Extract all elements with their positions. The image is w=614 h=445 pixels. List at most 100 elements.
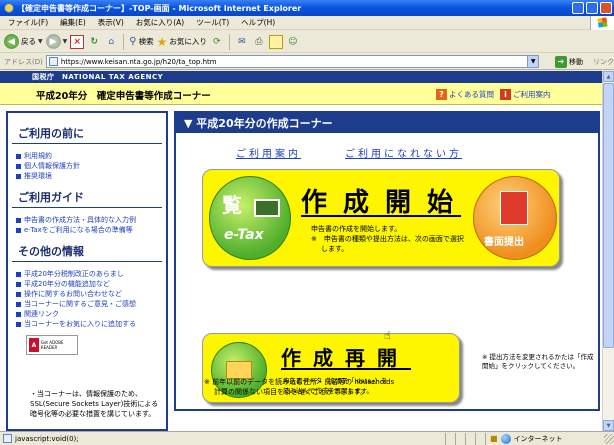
sidebar-item-label: 平成20年分の機能追加など — [24, 280, 110, 288]
paper-submission-label: 書面提出 — [484, 237, 524, 248]
address-input[interactable]: https://www.keisan.nta.go.jp/h20/ta_top.… — [45, 55, 540, 68]
go-button[interactable]: ➜ 移動 — [555, 55, 583, 68]
sidebar-item-label: e-Taxをご利用になる場合の準備等 — [24, 226, 133, 234]
divider — [12, 207, 162, 208]
address-url: https://www.keisan.nta.go.jp/h20/ta_top.… — [60, 57, 217, 66]
toolbar-separator — [123, 33, 125, 50]
address-label: アドレス(D) — [4, 57, 43, 66]
scroll-up-icon[interactable]: ▲ — [603, 71, 614, 82]
sidebar-heading-guide: ご利用ガイド — [18, 191, 84, 204]
search-button[interactable]: ⚲ 検索 — [129, 36, 153, 47]
guide-link[interactable]: i ご利用案内 — [500, 89, 551, 100]
start-desc-line: します。 — [321, 245, 349, 253]
main-links: ご利用案内 ご利用になれない方 — [236, 145, 462, 160]
mail-icon[interactable]: ✉ — [235, 35, 249, 49]
print-icon[interactable]: ⎙ — [252, 35, 266, 49]
faq-link-label: よくある質問 — [449, 90, 494, 99]
main-title: ▼ 平成20年分の作成コーナー — [176, 113, 598, 133]
sidebar-item-privacy[interactable]: 個人情報保護方針 — [16, 161, 80, 171]
computer-icon — [254, 199, 280, 217]
sidebar-item-environment[interactable]: 推奨環境 — [16, 171, 52, 181]
close-button[interactable] — [600, 2, 612, 14]
cannot-use-link[interactable]: ご利用になれない方 — [345, 145, 462, 160]
ie-icon — [4, 3, 14, 13]
status-cells — [445, 432, 485, 445]
sidebar-item-label: 当コーナーに関するご意見・ご感想 — [24, 300, 136, 308]
bullet-icon — [16, 153, 21, 159]
search-label: 検索 — [138, 37, 154, 46]
sidebar-item-related-links[interactable]: 関連リンク — [16, 309, 59, 319]
menu-edit[interactable]: 編集(E) — [58, 17, 88, 28]
address-dropdown-icon[interactable]: ▼ — [527, 55, 539, 68]
go-arrow-icon: ➜ — [555, 55, 567, 68]
globe-icon — [500, 433, 511, 444]
adobe-logo-icon: A — [29, 338, 39, 352]
status-cell — [465, 432, 475, 445]
sidebar-item-how-to[interactable]: 申告書の作成方法・具体的な入力例 — [16, 215, 136, 225]
info-icon: i — [500, 89, 511, 100]
back-label: 戻る — [21, 37, 36, 46]
ssl-note: ・当コーナーは、情報保護のため、SSL(Secure Sockets Layer… — [30, 390, 159, 418]
maximize-button[interactable] — [586, 2, 598, 14]
start-description: 申告書の作成を開始します。 ※ 申告書の種類や提出方法は、次の画面で選択 します… — [311, 224, 464, 254]
sidebar-item-label: 推奨環境 — [24, 172, 52, 180]
sidebar-item-terms[interactable]: 利用規約 — [16, 151, 52, 161]
status-left: javascript:void(0); — [0, 434, 445, 443]
menu-view[interactable]: 表示(V) — [96, 17, 126, 28]
bullet-icon — [16, 291, 21, 297]
refresh-icon[interactable]: ↻ — [87, 35, 101, 49]
messenger-icon[interactable]: ☺ — [286, 35, 300, 49]
bullet-icon — [16, 217, 21, 223]
stop-icon[interactable]: × — [70, 34, 85, 49]
edit-icon[interactable] — [268, 34, 283, 49]
toolbar: ◀ 戻る ▼ ▶ ▼ × ↻ ⌂ ⚲ 検索 ★ お気に入り ⟳ ✉ ⎙ ☺ — [0, 31, 614, 53]
start-creation-button[interactable]: 覧 e-Tax 作成開始 申告書の作成を開始します。 ※ 申告書の種類や提出方法… — [202, 169, 560, 267]
sidebar-item-feedback[interactable]: 当コーナーに関するご意見・ご感想 — [16, 299, 136, 309]
vertical-scrollbar[interactable]: ▲ ▼ — [602, 71, 614, 431]
bullet-icon — [16, 311, 21, 317]
window-title: 【確定申告書等作成コーナー】-TOP-画面 - Microsoft Intern… — [17, 3, 302, 13]
resume-title: 作成再開 — [281, 346, 409, 370]
adobe-reader-badge[interactable]: A Get ADOBE READER — [26, 335, 78, 355]
minimize-button[interactable] — [572, 2, 584, 14]
menu-file[interactable]: ファイル(F) — [6, 17, 50, 28]
sidebar-item-etax-prep[interactable]: e-Taxをご利用になる場合の準備等 — [16, 225, 133, 235]
forward-button[interactable]: ▶ ▼ — [45, 34, 67, 49]
status-cell — [475, 432, 485, 445]
menu-tools[interactable]: ツール(T) — [194, 17, 231, 28]
favorites-label: お気に入り — [169, 37, 207, 46]
hand-cursor-icon: ☝ — [384, 329, 391, 342]
links-button[interactable]: リンク — [593, 57, 614, 67]
sidebar-item-label: 申告書の作成方法・具体的な入力例 — [24, 216, 136, 224]
etax-icon: 覧 e-Tax — [209, 176, 291, 260]
history-icon[interactable]: ⟳ — [210, 35, 224, 49]
guide-link-label: ご利用案内 — [513, 90, 551, 99]
sidebar-heading-other: その他の情報 — [18, 245, 84, 258]
bullet-icon — [16, 281, 21, 287]
back-button[interactable]: ◀ 戻る ▼ — [4, 34, 43, 49]
faq-link[interactable]: ? よくある質問 — [436, 89, 494, 100]
toolbar-separator — [228, 33, 230, 50]
sidebar-item-new-features[interactable]: 平成20年分の機能追加など — [16, 279, 110, 289]
scroll-thumb[interactable] — [603, 83, 614, 348]
divider — [281, 368, 411, 370]
status-bar: javascript:void(0); ■ インターネット — [0, 431, 614, 445]
back-arrow-icon: ◀ — [4, 34, 19, 49]
divider — [301, 215, 461, 217]
menu-help[interactable]: ヘルプ(H) — [239, 17, 277, 28]
sidebar-item-tax-reform[interactable]: 平成20年分税制改正のあらまし — [16, 269, 124, 279]
scroll-down-icon[interactable]: ▼ — [603, 420, 614, 431]
sidebar-item-label: 当コーナーをお気に入りに追加する — [24, 320, 136, 328]
bullet-icon — [16, 173, 21, 179]
sidebar-item-add-favorite[interactable]: 当コーナーをお気に入りに追加する — [16, 319, 136, 329]
status-cell — [455, 432, 465, 445]
resize-grip[interactable] — [604, 433, 614, 444]
favorites-button[interactable]: ★ お気に入り — [157, 35, 207, 49]
home-icon[interactable]: ⌂ — [104, 35, 118, 49]
menu-favorites[interactable]: お気に入り(A) — [134, 17, 186, 28]
menu-bar: ファイル(F) 編集(E) 表示(V) お気に入り(A) ツール(T) ヘルプ(… — [0, 16, 614, 30]
usage-guide-link[interactable]: ご利用案内 — [236, 145, 301, 160]
status-cell — [445, 432, 455, 445]
sidebar-item-contact[interactable]: 操作に関するお問い合わせなど — [16, 289, 122, 299]
page-title: 平成20年分 確定申告書等作成コーナー — [36, 91, 211, 102]
